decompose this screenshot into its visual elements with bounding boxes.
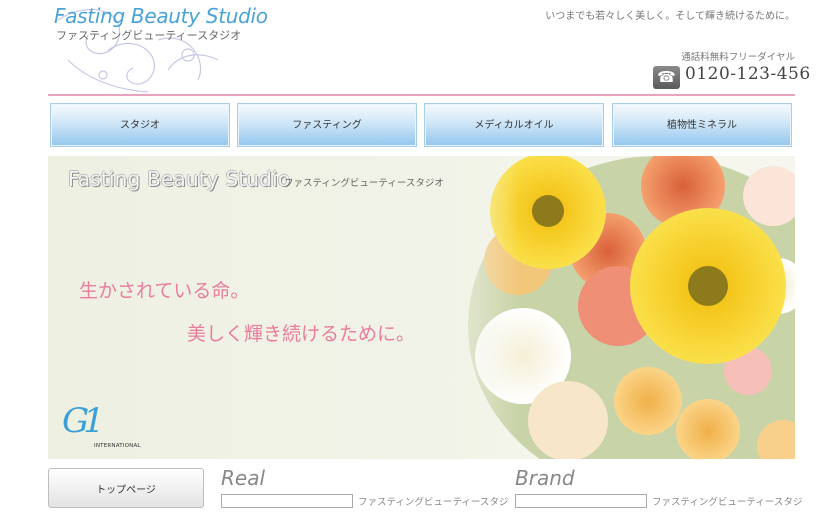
section-title-real: Real bbox=[221, 466, 266, 490]
hero-copy-line1: 生かされている命。 bbox=[79, 280, 250, 302]
hero-title: Fasting Beauty Studio bbox=[68, 167, 291, 191]
free-dial-label: 通話料無料フリーダイヤル bbox=[681, 52, 795, 63]
sidebar-top-page-button[interactable]: トップページ bbox=[48, 468, 204, 508]
g1-logo-subtitle: INTERNATIONAL bbox=[94, 443, 141, 449]
hero-banner: Fasting Beauty Studio ファスティングビューティースタジオ … bbox=[48, 156, 795, 459]
hero-title-jp: ファスティングビューティースタジオ bbox=[284, 178, 444, 189]
section-subtitle-real: ファスティングビューティースタジ bbox=[358, 497, 509, 508]
nav-item-plant-minerals[interactable]: 植物性ミネラル bbox=[612, 103, 792, 147]
hero-copy-line2: 美しく輝き続けるために。 bbox=[187, 323, 416, 345]
section-image-brand[interactable] bbox=[515, 494, 647, 508]
section-subtitle-brand: ファスティングビューティースタジ bbox=[652, 497, 803, 508]
nav-item-studio[interactable]: スタジオ bbox=[50, 103, 230, 147]
section-image-real[interactable] bbox=[221, 494, 353, 508]
nav-item-fasting[interactable]: ファスティング bbox=[237, 103, 417, 147]
section-title-brand: Brand bbox=[515, 466, 575, 490]
flower-bouquet-image bbox=[428, 156, 795, 459]
header-divider bbox=[48, 94, 795, 96]
tagline: いつまでも若々しく美しく。そして輝き続けるために。 bbox=[545, 11, 795, 22]
logo-title[interactable]: Fasting Beauty Studio bbox=[54, 4, 268, 28]
logo-subtitle: ファスティングビューティースタジオ bbox=[56, 29, 242, 42]
g1-logo: G1 bbox=[62, 401, 105, 441]
phone-number[interactable]: 0120-123-456 bbox=[685, 64, 811, 84]
phone-icon: ☎ bbox=[653, 66, 680, 89]
nav-item-medical-oil[interactable]: メディカルオイル bbox=[424, 103, 604, 147]
